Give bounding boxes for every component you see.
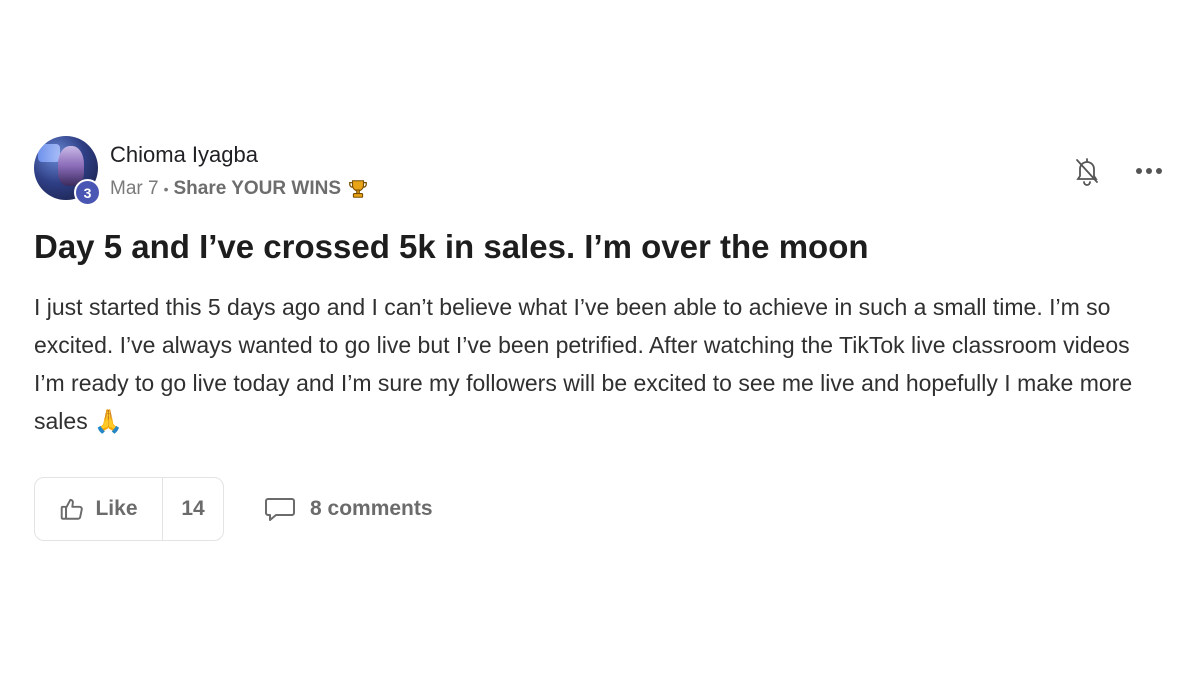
post-actions [1070, 154, 1166, 188]
author-name[interactable]: Chioma Iyagba [110, 142, 258, 168]
like-label: Like [95, 497, 138, 520]
like-button[interactable]: Like [35, 478, 163, 540]
comments-button[interactable]: 8 comments [264, 496, 433, 522]
post-header: 3 Chioma Iyagba Mar 7 • Share YOUR WINS [34, 136, 1166, 206]
thumbs-up-icon [61, 498, 84, 520]
level-badge: 3 [74, 179, 101, 206]
like-control: Like 14 [34, 477, 224, 541]
post-body: I just started this 5 days ago and I can… [34, 294, 1133, 434]
post-title[interactable]: Day 5 and I’ve crossed 5k in sales. I’m … [34, 228, 869, 266]
meta-separator: • [163, 181, 169, 197]
post-card: 3 Chioma Iyagba Mar 7 • Share YOUR WINS [34, 136, 1166, 541]
more-horizontal-icon[interactable] [1132, 154, 1166, 188]
author-avatar[interactable]: 3 [34, 136, 101, 206]
like-count[interactable]: 14 [163, 478, 223, 540]
comments-label: 8 comments [310, 497, 433, 520]
post-meta: Mar 7 • Share YOUR WINS [110, 178, 369, 200]
post-date[interactable]: Mar 7 [110, 178, 159, 200]
post-category[interactable]: Share YOUR WINS [173, 178, 341, 200]
bell-off-icon[interactable] [1070, 154, 1104, 188]
comment-icon [265, 498, 295, 521]
trophy-icon [347, 178, 369, 200]
post-footer: Like 14 8 comments [34, 477, 433, 541]
